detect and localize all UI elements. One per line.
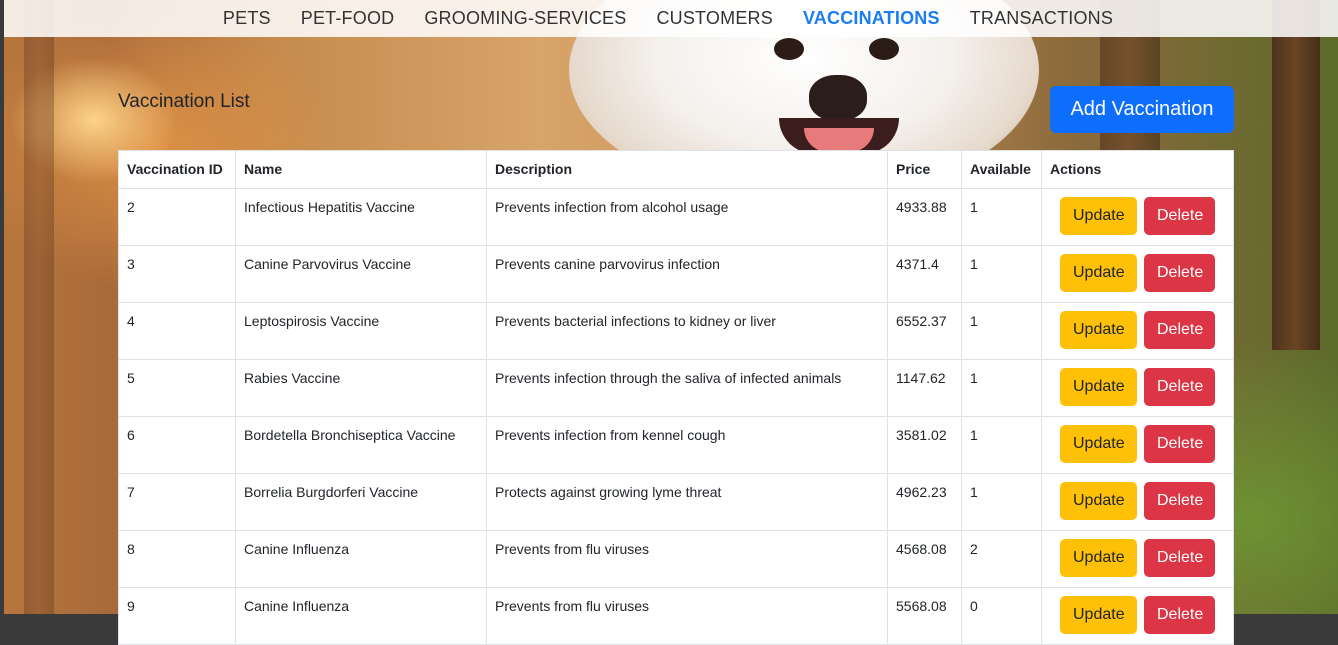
cell-name: Infectious Hepatitis Vaccine	[235, 188, 487, 246]
cell-name: Leptospirosis Vaccine	[235, 302, 487, 360]
column-header-price: Price	[887, 150, 962, 189]
update-button[interactable]: Update	[1060, 254, 1137, 292]
cell-description: Prevents from flu viruses	[486, 587, 888, 645]
cell-price: 6552.37	[887, 302, 962, 360]
cell-price: 4568.08	[887, 530, 962, 588]
delete-button[interactable]: Delete	[1144, 368, 1215, 406]
cell-id: 9	[118, 587, 236, 645]
cell-description: Prevents infection from alcohol usage	[486, 188, 888, 246]
cell-description: Protects against growing lyme threat	[486, 473, 888, 531]
cell-actions: Update Delete	[1041, 416, 1234, 474]
update-button[interactable]: Update	[1060, 197, 1137, 235]
cell-description: Prevents from flu viruses	[486, 530, 888, 588]
cell-actions: Update Delete	[1041, 587, 1234, 645]
cell-price: 1147.62	[887, 359, 962, 417]
cell-name: Borrelia Burgdorferi Vaccine	[235, 473, 487, 531]
delete-button[interactable]: Delete	[1144, 254, 1215, 292]
table-header-row: Vaccination ID Name Description Price Av…	[118, 150, 1234, 189]
add-vaccination-button[interactable]: Add Vaccination	[1050, 86, 1234, 133]
cell-description: Prevents infection through the saliva of…	[486, 359, 888, 417]
nav-item-customers[interactable]: CUSTOMERS	[656, 8, 772, 29]
cell-description: Prevents canine parvovirus infection	[486, 245, 888, 303]
column-header-name: Name	[235, 150, 487, 189]
nav-item-pets[interactable]: PETS	[223, 8, 271, 29]
table-row: 3 Canine Parvovirus Vaccine Prevents canin…	[118, 245, 1234, 303]
cell-description: Prevents infection from kennel cough	[486, 416, 888, 474]
cell-actions: Update Delete	[1041, 530, 1234, 588]
cell-available: 1	[961, 359, 1042, 417]
cell-price: 3581.02	[887, 416, 962, 474]
delete-button[interactable]: Delete	[1144, 197, 1215, 235]
delete-button[interactable]: Delete	[1144, 482, 1215, 520]
table-row: 8 Canine Influenza Prevents from flu virus…	[118, 530, 1234, 588]
delete-button[interactable]: Delete	[1144, 596, 1215, 634]
cell-actions: Update Delete	[1041, 188, 1234, 246]
cell-id: 7	[118, 473, 236, 531]
page-title: Vaccination List	[118, 91, 250, 112]
cell-name: Canine Influenza	[235, 530, 487, 588]
cell-name: Rabies Vaccine	[235, 359, 487, 417]
cell-id: 3	[118, 245, 236, 303]
update-button[interactable]: Update	[1060, 482, 1137, 520]
cell-price: 4371.4	[887, 245, 962, 303]
update-button[interactable]: Update	[1060, 539, 1137, 577]
cell-available: 1	[961, 473, 1042, 531]
delete-button[interactable]: Delete	[1144, 539, 1215, 577]
cell-available: 1	[961, 416, 1042, 474]
cell-available: 1	[961, 188, 1042, 246]
cell-description: Prevents bacterial infections to kidney …	[486, 302, 888, 360]
top-nav: PETS PET-FOOD GROOMING-SERVICES CUSTOMERS VA…	[4, 0, 1338, 37]
cell-actions: Update Delete	[1041, 473, 1234, 531]
delete-button[interactable]: Delete	[1144, 311, 1215, 349]
table-row: 6 Bordetella Bronchiseptica Vaccine Preven…	[118, 416, 1234, 474]
cell-name: Canine Parvovirus Vaccine	[235, 245, 487, 303]
cell-actions: Update Delete	[1041, 302, 1234, 360]
cell-id: 2	[118, 188, 236, 246]
column-header-actions: Actions	[1041, 150, 1234, 189]
cell-id: 6	[118, 416, 236, 474]
table-row: 7 Borrelia Burgdorferi Vaccine Protects ag…	[118, 473, 1234, 531]
cell-available: 0	[961, 587, 1042, 645]
nav-item-grooming-services[interactable]: GROOMING-SERVICES	[424, 8, 626, 29]
table-row: 9 Canine Influenza Prevents from flu virus…	[118, 587, 1234, 645]
nav-item-pet-food[interactable]: PET-FOOD	[301, 8, 395, 29]
table-row: 5 Rabies Vaccine Prevents infection throug…	[118, 359, 1234, 417]
cell-name: Bordetella Bronchiseptica Vaccine	[235, 416, 487, 474]
cell-price: 4933.88	[887, 188, 962, 246]
column-header-available: Available	[961, 150, 1042, 189]
table-row: 2 Infectious Hepatitis Vaccine Prevents in…	[118, 188, 1234, 246]
cell-available: 1	[961, 245, 1042, 303]
column-header-description: Description	[486, 150, 888, 189]
update-button[interactable]: Update	[1060, 596, 1137, 634]
cell-name: Canine Influenza	[235, 587, 487, 645]
nav-item-transactions[interactable]: TRANSACTIONS	[970, 8, 1113, 29]
cell-id: 4	[118, 302, 236, 360]
table-body: 2 Infectious Hepatitis Vaccine Prevents in…	[118, 188, 1234, 645]
cell-available: 2	[961, 530, 1042, 588]
cell-price: 4962.23	[887, 473, 962, 531]
column-header-id: Vaccination ID	[118, 150, 236, 189]
cell-available: 1	[961, 302, 1042, 360]
cell-actions: Update Delete	[1041, 359, 1234, 417]
nav-item-vaccinations[interactable]: VACCINATIONS	[803, 8, 940, 29]
update-button[interactable]: Update	[1060, 311, 1137, 349]
cell-price: 5568.08	[887, 587, 962, 645]
cell-id: 5	[118, 359, 236, 417]
delete-button[interactable]: Delete	[1144, 425, 1215, 463]
cell-id: 8	[118, 530, 236, 588]
vaccination-table: Vaccination ID Name Description Price Av…	[118, 150, 1234, 645]
cell-actions: Update Delete	[1041, 245, 1234, 303]
update-button[interactable]: Update	[1060, 425, 1137, 463]
table-row: 4 Leptospirosis Vaccine Prevents bacterial…	[118, 302, 1234, 360]
update-button[interactable]: Update	[1060, 368, 1137, 406]
nav-items: PETS PET-FOOD GROOMING-SERVICES CUSTOMERS VA…	[223, 8, 1113, 29]
